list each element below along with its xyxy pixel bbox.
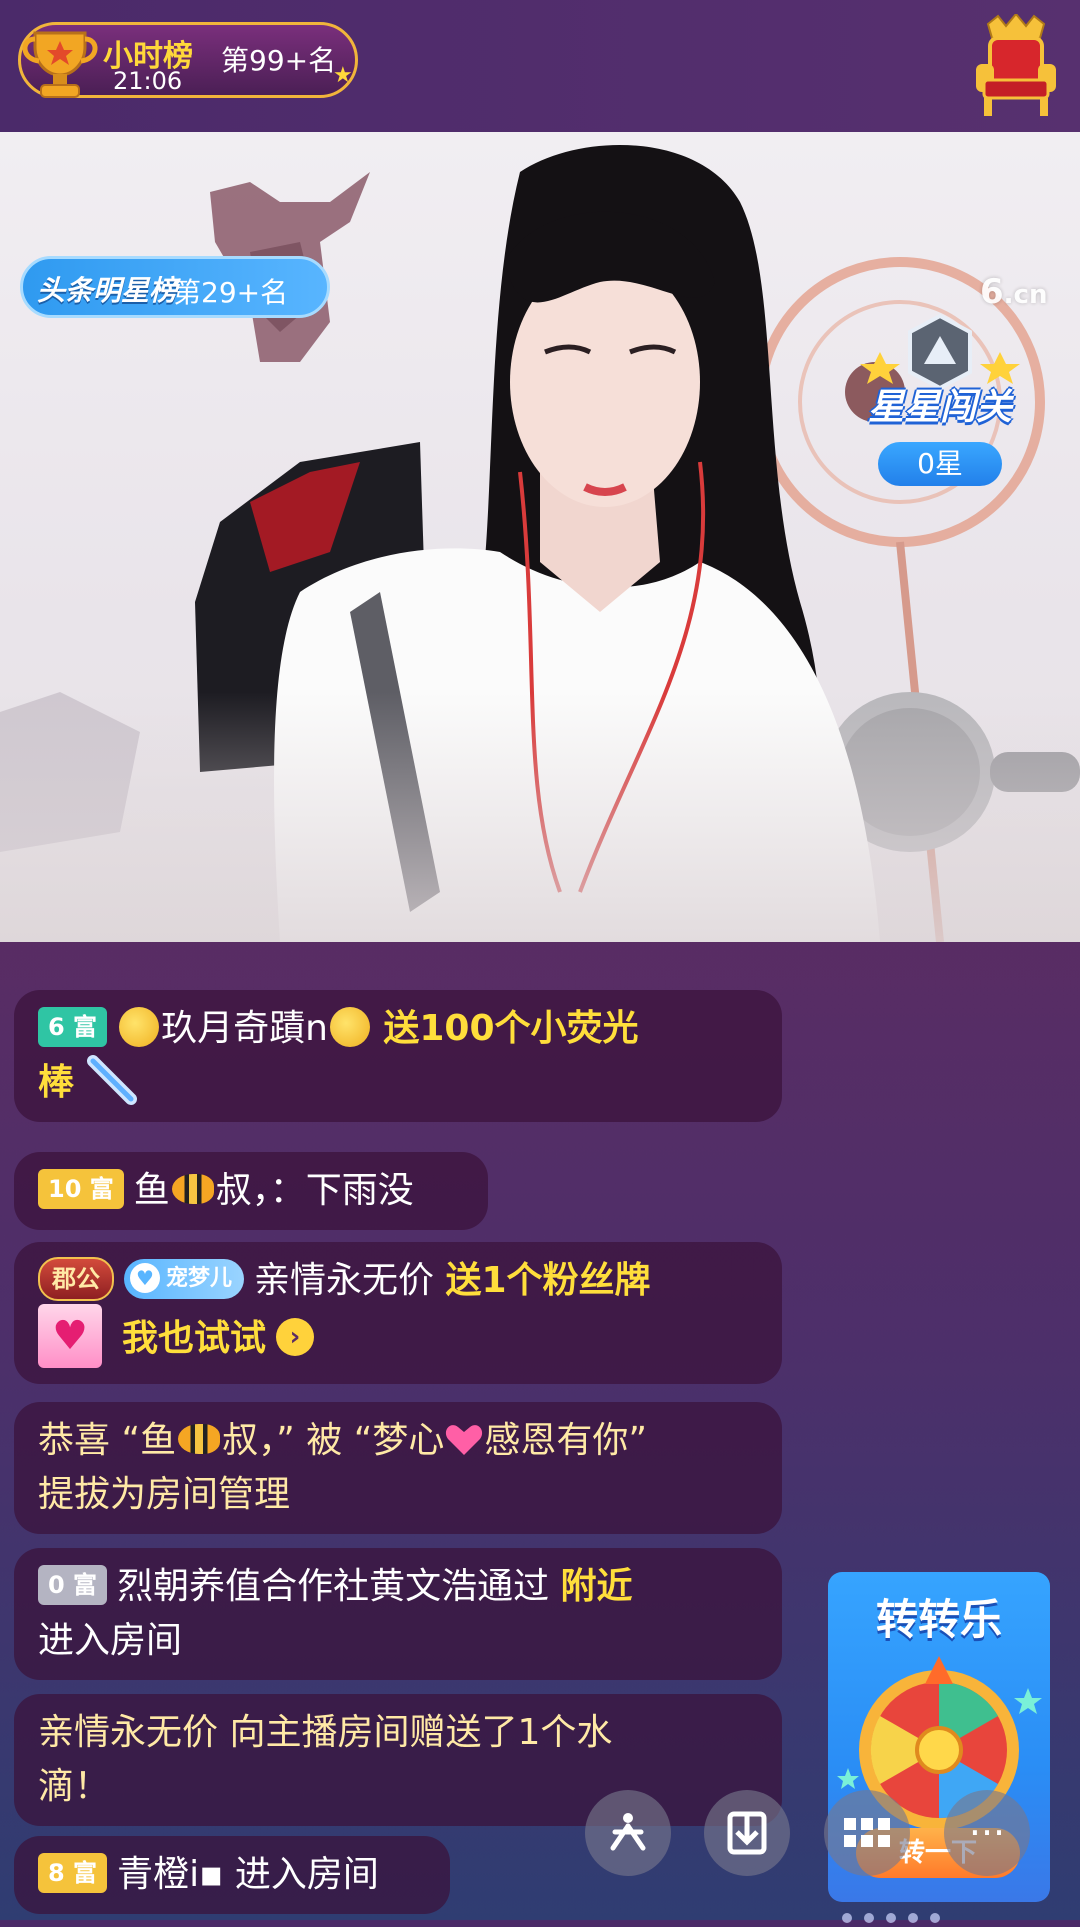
more-button[interactable]: ··· — [944, 1790, 1030, 1876]
system-text-cont: 滴！ — [38, 1766, 111, 1807]
carousel-dot — [930, 1913, 940, 1923]
promoter-user-2[interactable]: 感恩有你” — [484, 1420, 647, 1461]
fan-badge: ♥ 宠梦儿 — [124, 1259, 245, 1299]
chat-message[interactable]: 6 富 玖月奇蹟n 送100个小荧光 棒 — [14, 990, 782, 1122]
smile-emoji-icon — [329, 1007, 370, 1047]
noble-badge: 郡公 — [38, 1257, 114, 1301]
site-logo-suffix: .cn — [1003, 280, 1048, 310]
entry-source: 附近 — [560, 1566, 633, 1607]
star-challenge-widget[interactable]: 星星闯关 0星 — [840, 312, 1040, 492]
sparkle-icon: ★ — [333, 63, 353, 88]
video-shade — [0, 692, 1080, 942]
system-prefix: 恭喜 — [38, 1420, 111, 1461]
grid-icon — [844, 1818, 890, 1847]
chat-message[interactable]: 8 富青橙i▪ 进入房间 — [14, 1836, 450, 1914]
hour-rank-time: 21:06 — [113, 67, 183, 95]
wealth-badge: 6 富 — [38, 1007, 108, 1047]
apps-button[interactable] — [824, 1790, 910, 1876]
fan-heart-icon: ♥ — [130, 1263, 160, 1293]
chat-message[interactable]: 0 富烈朝养值合作社黄文浩通过 附近 进入房间 — [14, 1548, 782, 1680]
share-icon — [610, 1813, 646, 1851]
fish-emoji-icon — [171, 1174, 214, 1204]
wealth-badge: 10 富 — [38, 1169, 124, 1209]
more-icon: ··· — [968, 1811, 1006, 1855]
hearts-emoji-icon — [446, 1425, 483, 1455]
trophy-icon — [22, 31, 98, 98]
system-line2: 提拔为房间管理 — [38, 1474, 291, 1515]
site-logo-main: 6 — [980, 272, 1004, 312]
challenge-title: 星星闯关 — [867, 387, 1012, 428]
live-video[interactable]: 头条明星榜 第29+名 6.cn 星星闯关 0星 — [0, 132, 1080, 942]
star-rank-badge[interactable]: 头条明星榜 第29+名 — [20, 256, 330, 318]
top-bar: 小时榜 21:06 第99+名 ★ — [0, 0, 1080, 132]
star-rank-title: 头条明星榜 — [37, 274, 178, 307]
hour-rank-badge[interactable]: 小时榜 21:06 第99+名 ★ — [18, 22, 358, 98]
download-icon — [727, 1811, 767, 1855]
carousel-dot — [864, 1913, 874, 1923]
entry-text-cont: 进入房间 — [38, 1620, 183, 1661]
chat-message[interactable]: 10 富鱼 叔，：下雨没 — [14, 1152, 488, 1230]
user-name-b[interactable]: 叔， — [216, 1170, 270, 1211]
gift-action-cont: 棒 — [38, 1062, 75, 1103]
carousel-dots — [842, 1908, 952, 1927]
smile-emoji-icon — [119, 1007, 160, 1047]
user-name[interactable]: 玖月奇蹟n — [161, 1008, 328, 1049]
promoted-user-a[interactable]: “鱼 — [121, 1420, 176, 1461]
chevron-right-icon[interactable]: › — [276, 1318, 315, 1356]
wealth-badge: 0 富 — [38, 1565, 108, 1605]
fan-badge-name: 宠梦儿 — [166, 1266, 233, 1291]
carousel-dot — [908, 1913, 918, 1923]
download-button[interactable] — [704, 1790, 790, 1876]
fish-emoji-icon — [178, 1424, 221, 1454]
gift-action: 送1个粉丝牌 — [445, 1260, 651, 1301]
try-it-link[interactable]: 我也试试 — [122, 1318, 266, 1359]
user-name[interactable]: 亲情永无价 — [254, 1260, 434, 1301]
promoter-user[interactable]: “梦心 — [354, 1420, 445, 1461]
challenge-stars: 0星 — [878, 442, 1002, 486]
wealth-badge: 8 富 — [38, 1853, 108, 1893]
glow-stick-icon — [87, 1055, 138, 1105]
share-button[interactable] — [585, 1790, 671, 1876]
message-text: ：下雨没 — [269, 1170, 414, 1211]
carousel-dot — [886, 1913, 896, 1923]
promo-title: 转转乐 — [875, 1595, 1002, 1644]
entry-text: 烈朝养值合作社黄文浩通过 — [117, 1566, 550, 1607]
star-rank-value: 第29+名 — [173, 276, 289, 309]
hour-rank-value: 第99+名 — [221, 44, 337, 77]
throne-icon[interactable] — [970, 14, 1062, 118]
gift-action: 送100个小荧光 — [383, 1008, 639, 1049]
entry-text: 青橙i▪ 进入房间 — [117, 1854, 379, 1895]
system-message: 恭喜 “鱼 叔，” 被 “梦心 感恩有你” 提拔为房间管理 — [14, 1402, 782, 1534]
system-text: 亲情永无价 向主播房间赠送了1个水 — [38, 1712, 613, 1753]
chat-message[interactable]: 郡公 ♥ 宠梦儿 亲情永无价 送1个粉丝牌 ♥ 我也试试 › — [14, 1242, 782, 1384]
heart-gift-icon: ♥ — [38, 1304, 102, 1368]
system-by: 被 — [306, 1420, 343, 1461]
user-name-a[interactable]: 鱼 — [134, 1170, 170, 1211]
site-logo: 6.cn — [980, 272, 1047, 312]
carousel-dot — [842, 1913, 852, 1923]
promoted-user-a2[interactable]: 叔，” — [222, 1420, 295, 1461]
